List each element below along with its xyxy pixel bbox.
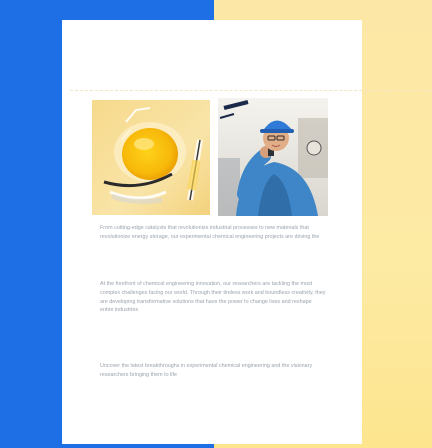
paragraph-research: At the forefront of chemical engineering… [100,281,326,314]
engineer-in-lab-icon [218,98,328,216]
orange-juice-photo [92,100,210,215]
engineer-photo [218,98,328,216]
paragraph-intro: From cutting-edge catalysts that revolut… [100,225,320,240]
orange-juice-glass-icon [92,100,210,215]
section-divider [70,90,432,91]
paragraph-breakthroughs: Uncover the latest breakthroughs in expe… [100,363,313,378]
